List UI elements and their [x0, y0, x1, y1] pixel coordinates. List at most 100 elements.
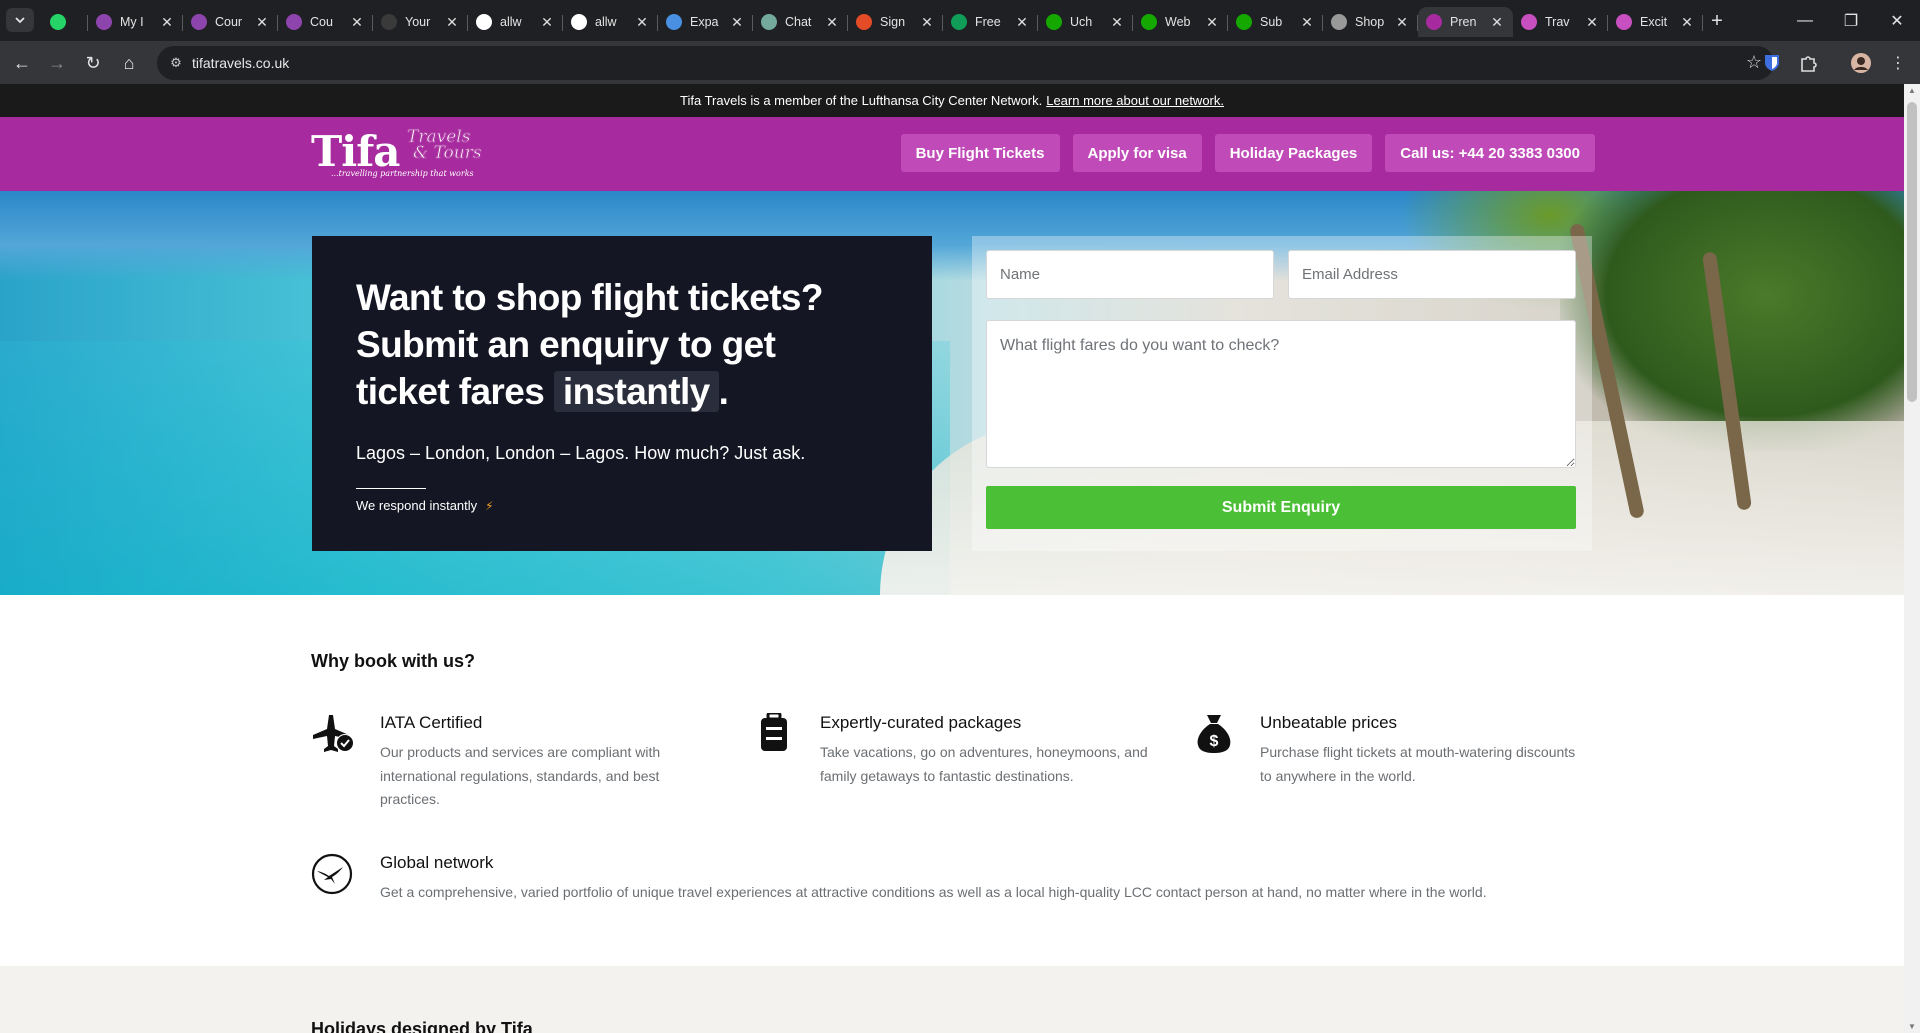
nav-buy-flight-tickets[interactable]: Buy Flight Tickets	[900, 134, 1060, 172]
holidays-section: Holidays designed by Tifa	[0, 966, 1904, 1033]
back-button[interactable]: ←	[9, 50, 35, 76]
upwork-icon	[1236, 14, 1252, 30]
bitwarden-extension-icon[interactable]	[1762, 53, 1782, 73]
nav-holiday-packages[interactable]: Holiday Packages	[1214, 134, 1373, 172]
nav-call-us[interactable]: Call us: +44 20 3383 0300	[1385, 134, 1595, 172]
nav-apply-for-visa[interactable]: Apply for visa	[1072, 134, 1202, 172]
tab-title: Excit	[1640, 15, 1668, 29]
tab-separator	[1702, 15, 1703, 31]
tab-strip: My I ✕ Cour ✕ Cou ✕ Your ✕ allw ✕ allw ✕ Expa ✕ Chat ✕ S…	[42, 7, 1703, 41]
tab-close-icon[interactable]: ✕	[1489, 14, 1505, 30]
tab-close-icon[interactable]: ✕	[254, 14, 270, 30]
browser-tab[interactable]: Uch ✕	[1038, 7, 1133, 37]
tab-close-icon[interactable]: ✕	[349, 14, 365, 30]
site-info-icon[interactable]: ⚙	[167, 54, 185, 72]
browser-tab[interactable]: allw ✕	[468, 7, 563, 37]
upwork-u-icon	[286, 14, 302, 30]
tab-close-icon[interactable]: ✕	[1299, 14, 1315, 30]
browser-tab[interactable]: Shop ✕	[1323, 7, 1418, 37]
lufthansa-crane-icon	[311, 853, 353, 895]
luggage-icon	[761, 713, 787, 751]
browser-tab[interactable]: Sub ✕	[1228, 7, 1323, 37]
tab-close-icon[interactable]: ✕	[1584, 14, 1600, 30]
hero-headline: Want to shop flight tickets? Submit an e…	[356, 277, 824, 412]
name-input[interactable]	[986, 250, 1274, 299]
browser-tab[interactable]: Chat ✕	[753, 7, 848, 37]
tab-title: Sign	[880, 15, 906, 29]
feature-text: Get a comprehensive, varied portfolio of…	[380, 884, 1487, 900]
lightning-icon: ⚡	[485, 498, 494, 513]
restore-button[interactable]: ❐	[1828, 0, 1874, 41]
tab-close-icon[interactable]: ✕	[444, 14, 460, 30]
email-input[interactable]	[1288, 250, 1576, 299]
tab-close-icon[interactable]: ✕	[1204, 14, 1220, 30]
browser-menu-icon[interactable]: ⋮	[1888, 53, 1908, 73]
tab-close-icon[interactable]: ✕	[1394, 14, 1410, 30]
profile-avatar[interactable]	[1851, 53, 1871, 73]
tab-search-chevron-icon[interactable]	[6, 8, 34, 32]
tab-close-icon[interactable]: ✕	[824, 14, 840, 30]
svg-text:$: $	[1210, 733, 1219, 750]
sheets-icon	[951, 14, 967, 30]
minimize-button[interactable]: —	[1782, 0, 1828, 41]
browser-tab[interactable]: Expa ✕	[658, 7, 753, 37]
tab-title: Chat	[785, 15, 812, 29]
scroll-up-arrow-icon[interactable]: ▲	[1907, 86, 1917, 95]
main-nav: Buy Flight Tickets Apply for visa Holida…	[900, 134, 1595, 172]
tab-title: Sub	[1260, 15, 1283, 29]
puzzle-icon	[666, 14, 682, 30]
tab-close-icon[interactable]: ✕	[634, 14, 650, 30]
address-bar[interactable]: ⚙ tifatravels.co.uk ☆	[157, 46, 1774, 80]
announcement-bar: Tifa Travels is a member of the Lufthans…	[0, 84, 1904, 117]
feature-global-network: Global network Get a comprehensive, vari…	[311, 853, 1611, 913]
feature-text: Take vacations, go on adventures, honeym…	[820, 744, 1148, 784]
extensions-puzzle-icon[interactable]	[1798, 53, 1818, 73]
t-icon	[1521, 14, 1537, 30]
url-text[interactable]: tifatravels.co.uk	[192, 55, 289, 71]
tab-close-icon[interactable]: ✕	[1014, 14, 1030, 30]
browser-tab[interactable]: Web ✕	[1133, 7, 1228, 37]
tab-close-icon[interactable]: ✕	[539, 14, 555, 30]
tab-title: Free	[975, 15, 1001, 29]
browser-tab[interactable]	[42, 7, 88, 37]
bookmark-star-icon[interactable]: ☆	[1746, 52, 1762, 73]
hero-text-card: Want to shop flight tickets? Submit an e…	[312, 236, 932, 551]
reload-button[interactable]: ↻	[80, 50, 106, 76]
browser-tab[interactable]: Trav ✕	[1513, 7, 1608, 37]
announcement-text: Tifa Travels is a member of the Lufthans…	[680, 93, 1043, 108]
tab-close-icon[interactable]: ✕	[729, 14, 745, 30]
tab-close-icon[interactable]: ✕	[1679, 14, 1695, 30]
new-tab-button[interactable]: +	[1705, 9, 1729, 33]
upwork-u-icon	[191, 14, 207, 30]
scrollbar-thumb[interactable]	[1907, 102, 1917, 402]
tab-close-icon[interactable]: ✕	[1109, 14, 1125, 30]
github-icon	[476, 14, 492, 30]
submit-enquiry-button[interactable]: Submit Enquiry	[986, 486, 1576, 529]
browser-tab[interactable]: Sign ✕	[848, 7, 943, 37]
browser-tab[interactable]: Your ✕	[373, 7, 468, 37]
flight-fares-textarea[interactable]	[986, 320, 1576, 468]
tab-title: allw	[595, 15, 617, 29]
browser-tab[interactable]: My I ✕	[88, 7, 183, 37]
announcement-link[interactable]: Learn more about our network.	[1046, 93, 1224, 108]
tifa-logo[interactable]: Tifa Travels & Tours ...travelling partne…	[311, 127, 491, 183]
browser-tab[interactable]: allw ✕	[563, 7, 658, 37]
browser-tab[interactable]: Pren ✕	[1418, 7, 1513, 37]
feature-iata: IATA Certified Our products and services…	[311, 713, 731, 813]
tab-close-icon[interactable]: ✕	[919, 14, 935, 30]
tab-close-icon[interactable]: ✕	[159, 14, 175, 30]
browser-tab[interactable]: Cour ✕	[183, 7, 278, 37]
home-button[interactable]: ⌂	[116, 50, 142, 76]
page-scrollbar[interactable]: ▲ ▼	[1904, 84, 1920, 1033]
scroll-down-arrow-icon[interactable]: ▼	[1907, 1022, 1917, 1031]
forward-button[interactable]: →	[44, 50, 70, 76]
plane-check-icon	[313, 715, 354, 752]
browser-tab[interactable]: Excit ✕	[1608, 7, 1703, 37]
logo-tagline: ...travelling partnership that works	[331, 169, 474, 178]
close-window-button[interactable]: ✕	[1874, 0, 1920, 41]
github-icon	[381, 14, 397, 30]
browser-tab[interactable]: Free ✕	[943, 7, 1038, 37]
browser-tab[interactable]: Cou ✕	[278, 7, 373, 37]
divider	[356, 488, 426, 489]
upwork-icon	[1141, 14, 1157, 30]
